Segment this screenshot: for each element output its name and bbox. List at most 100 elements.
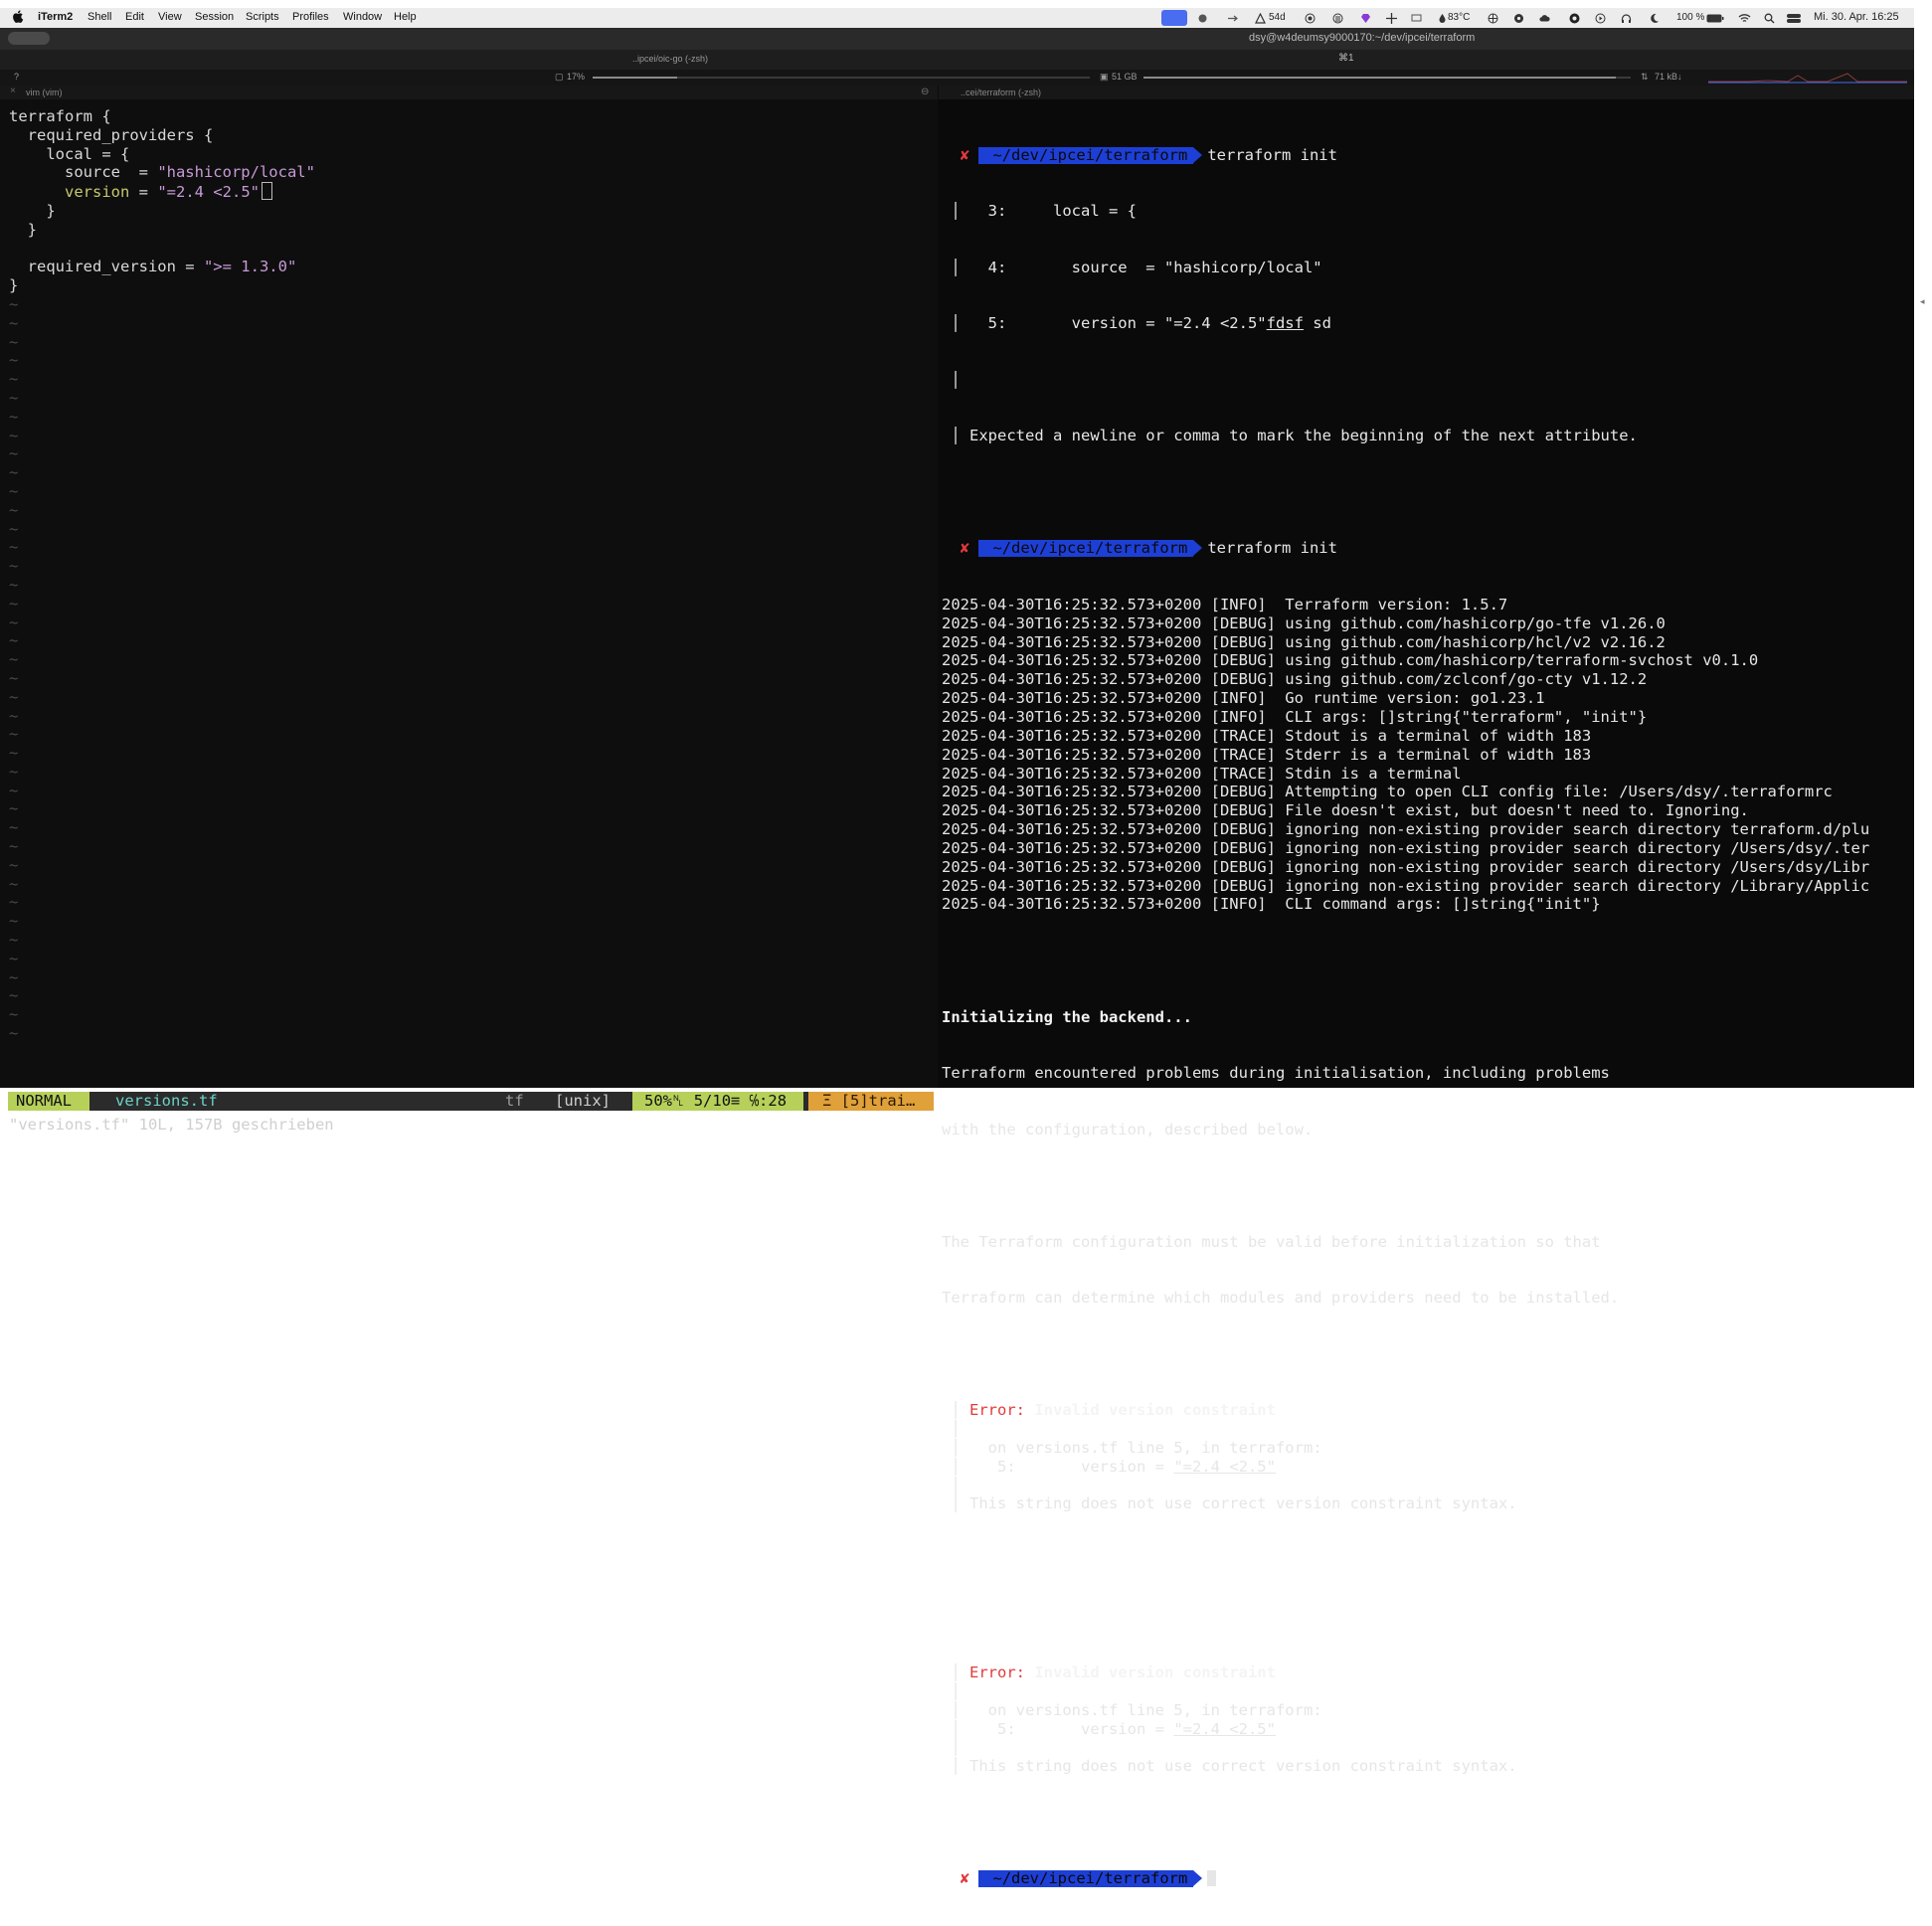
control-center-icon[interactable] xyxy=(1786,13,1802,24)
record-dot-icon[interactable] xyxy=(1569,13,1580,24)
log-line: 2025-04-30T16:25:32.573+0200 [INFO] Terr… xyxy=(942,595,1508,613)
record-icon[interactable] xyxy=(1305,13,1316,24)
menu-list-icon[interactable] xyxy=(1332,13,1343,24)
vim-pane[interactable]: × vim (vim) ⊖ terraform { required_provi… xyxy=(0,86,938,1134)
menu-extra-icon[interactable] xyxy=(1197,13,1208,24)
title-bar: dsy@w4deumsy9000170:~/dev/ipcei/terrafor… xyxy=(0,28,1914,50)
wifi-icon[interactable] xyxy=(1738,13,1751,24)
prompt-status-icon: ✘ xyxy=(960,539,970,558)
tab-session[interactable]: ..ipcei/oic-go (-zsh) xyxy=(632,54,708,64)
vim-position: 50%␤ 5/10≡ ℅:28 xyxy=(632,1092,803,1111)
menu-scripts[interactable]: Scripts xyxy=(246,11,279,23)
error-row: │ xyxy=(942,1420,961,1439)
prompt-status-icon: ✘ xyxy=(960,145,970,164)
code-line: required_providers { xyxy=(9,125,214,144)
error-label: Error: xyxy=(969,1663,1035,1682)
error-detail: This string does not use correct version… xyxy=(969,1757,1517,1776)
menu-window[interactable]: Window xyxy=(343,11,382,23)
vim-fileformat: [unix] xyxy=(555,1092,611,1110)
log-line: 2025-04-30T16:25:32.573+0200 [TRACE] Std… xyxy=(942,745,1592,764)
battery-days[interactable]: 54d xyxy=(1269,12,1286,23)
clock[interactable]: Mi. 30. Apr. 16:25 xyxy=(1814,11,1899,23)
error-line-prefix: 5: version = xyxy=(969,1457,1174,1476)
headphones-icon[interactable] xyxy=(1621,13,1632,24)
menu-shell[interactable]: Shell xyxy=(88,11,111,23)
menu-app-name[interactable]: iTerm2 xyxy=(38,11,73,23)
temperature[interactable]: 83°C xyxy=(1448,12,1470,23)
pane-close-icon[interactable]: × xyxy=(10,86,16,96)
menu-session[interactable]: Session xyxy=(195,11,234,23)
screen: iTerm2 Shell Edit View Session Scripts P… xyxy=(0,0,1932,1888)
log-line: 2025-04-30T16:25:32.573+0200 [DEBUG] ign… xyxy=(942,838,1870,857)
vim-statusline: NORMAL versions.tf tf [unix] 50%␤ 5/10≡ … xyxy=(8,1092,934,1111)
code-key: source = xyxy=(9,163,158,182)
battery-icon[interactable] xyxy=(1706,13,1724,24)
prompt-command: terraform init xyxy=(1207,539,1337,558)
code-string: "hashicorp/local" xyxy=(157,163,315,182)
vim-filename: versions.tf xyxy=(115,1092,218,1110)
error-line-prefix: 5: version = xyxy=(969,1719,1174,1738)
code-string: ">= 1.3.0" xyxy=(203,258,297,276)
error-row: │ Error: Invalid version constraint xyxy=(942,1401,1276,1420)
vim-buffer[interactable]: terraform { required_providers { local =… xyxy=(9,107,315,1043)
display-icon[interactable] xyxy=(1411,13,1422,24)
thermometer-icon[interactable] xyxy=(1437,13,1448,24)
prompt-line: ✘ ~/dev/ipcei/terraform terraform init xyxy=(942,146,1914,165)
cpu-bar-fill xyxy=(593,77,677,79)
screen-share-icon[interactable] xyxy=(1161,10,1187,26)
arrows-icon[interactable] xyxy=(1227,13,1238,24)
error-line-value: "=2.4 <2.5" xyxy=(1173,1457,1276,1476)
cloud-icon[interactable] xyxy=(1539,13,1550,24)
output-line: │ 5: version = "=2.4 <2.5"fdsf sd xyxy=(942,314,1331,333)
vim-cmdline[interactable]: "versions.tf" 10L, 157B geschrieben xyxy=(9,1116,334,1134)
scroll-indicator-icon[interactable]: ◂ xyxy=(1920,296,1925,307)
error-block: │ Error: Invalid version constraint │ │ … xyxy=(942,1401,1914,1513)
moon-icon[interactable] xyxy=(1649,13,1660,24)
backend-title: Initializing the backend... xyxy=(942,1007,1192,1026)
apple-menu-icon[interactable] xyxy=(12,10,24,23)
log-line: 2025-04-30T16:25:32.573+0200 [DEBUG] ign… xyxy=(942,857,1870,876)
log-line: 2025-04-30T16:25:32.573+0200 [TRACE] Std… xyxy=(942,764,1462,783)
error-location: on versions.tf line 5, in terraform: xyxy=(969,1438,1322,1457)
search-icon[interactable] xyxy=(1764,13,1775,24)
menu-edit[interactable]: Edit xyxy=(125,11,144,23)
gem-icon[interactable] xyxy=(1360,13,1371,24)
window-title: dsy@w4deumsy9000170:~/dev/ipcei/terrafor… xyxy=(1249,32,1476,44)
play-icon[interactable] xyxy=(1595,13,1606,24)
pane-minimize-icon[interactable]: ⊖ xyxy=(921,87,929,97)
globe-icon[interactable] xyxy=(1488,13,1498,24)
output-line: Terraform can determine which modules an… xyxy=(942,1289,1620,1308)
warning-icon[interactable] xyxy=(1255,13,1266,24)
memory-label: 51 GB xyxy=(1112,72,1138,82)
pane-header: × vim (vim) ⊖ xyxy=(0,86,938,99)
output-line: │ 4: source = "hashicorp/local" xyxy=(942,258,1322,276)
error-title: Invalid version constraint xyxy=(1034,1663,1276,1682)
vim-cursor xyxy=(261,182,272,201)
menu-view[interactable]: View xyxy=(158,11,182,23)
output-line: │ Expected a newline or comma to mark th… xyxy=(942,427,1638,445)
pane-title: vim (vim) xyxy=(26,88,63,97)
terminal-pane[interactable]: ..cei/terraform (-zsh) ✘ ~/dev/ipcei/ter… xyxy=(939,86,1914,1888)
log-line: 2025-04-30T16:25:32.573+0200 [INFO] CLI … xyxy=(942,895,1601,914)
menu-profiles[interactable]: Profiles xyxy=(292,11,329,23)
vim-warning: Ξ [5]trai… xyxy=(808,1092,934,1111)
error-line-value: "=2.4 <2.5" xyxy=(1173,1719,1276,1738)
gear-icon[interactable] xyxy=(1513,13,1524,24)
error-block: │ Error: Invalid version constraint │ │ … xyxy=(942,1663,1914,1776)
prompt-path: ~/dev/ipcei/terraform xyxy=(978,540,1203,558)
terminal-output[interactable]: ✘ ~/dev/ipcei/terraform terraform init │ … xyxy=(942,108,1914,1926)
battery-percent[interactable]: 100 % xyxy=(1676,12,1704,23)
error-row: │ xyxy=(942,1681,961,1700)
traffic-lights[interactable] xyxy=(8,32,50,45)
sparkle-icon[interactable] xyxy=(1386,13,1397,24)
prompt-line: ✘ ~/dev/ipcei/terraform xyxy=(942,1869,1914,1888)
network-icon: ⇅ xyxy=(1641,72,1649,82)
error-row: │ 5: version = "=2.4 <2.5" xyxy=(942,1719,1276,1738)
menu-help[interactable]: Help xyxy=(394,11,417,23)
log-line: 2025-04-30T16:25:32.573+0200 [DEBUG] usi… xyxy=(942,670,1648,689)
